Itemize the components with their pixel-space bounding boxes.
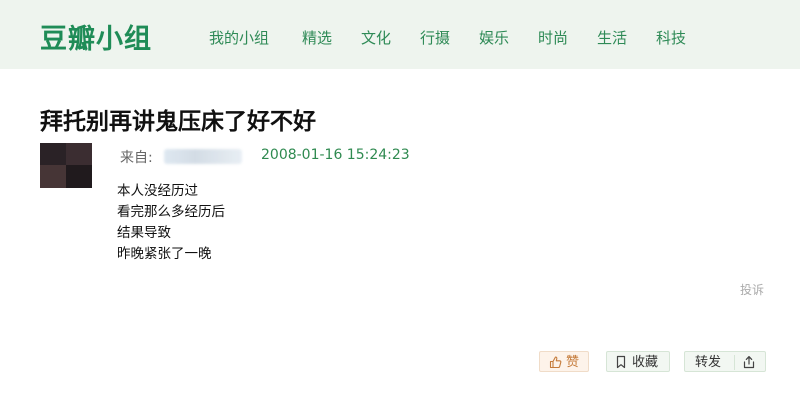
nav-item-life[interactable]: 生活 [597,27,627,48]
content-line: 昨晚紧张了一晚 [117,246,212,262]
post-timestamp: 2008-01-16 15:24:23 [261,147,410,163]
nav-item-entertainment[interactable]: 娱乐 [479,27,509,48]
post-title: 拜托别再讲鬼压床了好不好 [40,109,316,135]
content-line: 结果导致 [117,225,171,241]
share-divider [734,355,735,370]
share-icon [743,356,755,369]
post-content: 本人没经历过 看完那么多经历后 结果导致 昨晚紧张了一晚 [117,181,225,265]
nav-item-fashion[interactable]: 时尚 [538,27,568,48]
site-header: 豆瓣小组 我的小组 精选 文化 行摄 娱乐 时尚 生活 科技 [0,0,800,69]
share-label: 转发 [695,355,722,370]
like-button[interactable]: 赞 [539,351,589,372]
nav-item-tech[interactable]: 科技 [656,27,686,48]
from-label: 来自: [120,150,153,166]
nav-item-featured[interactable]: 精选 [302,27,332,48]
nav-item-culture[interactable]: 文化 [361,27,391,48]
favorite-label: 收藏 [632,355,659,370]
nav-item-my-groups[interactable]: 我的小组 [209,27,269,48]
nav-item-travel-photo[interactable]: 行摄 [420,27,450,48]
report-link[interactable]: 投诉 [740,281,764,298]
author-name-blurred[interactable] [164,149,242,164]
content-line: 看完那么多经历后 [117,204,225,220]
thumbs-up-icon [549,356,562,369]
favorite-button[interactable]: 收藏 [606,351,670,372]
like-label: 赞 [566,355,580,370]
share-button[interactable]: 转发 [684,351,766,372]
main-nav: 我的小组 精选 文化 行摄 娱乐 时尚 生活 科技 [0,27,800,47]
content-line: 本人没经历过 [117,183,198,199]
bookmark-icon [616,355,626,369]
author-avatar[interactable] [40,143,92,188]
